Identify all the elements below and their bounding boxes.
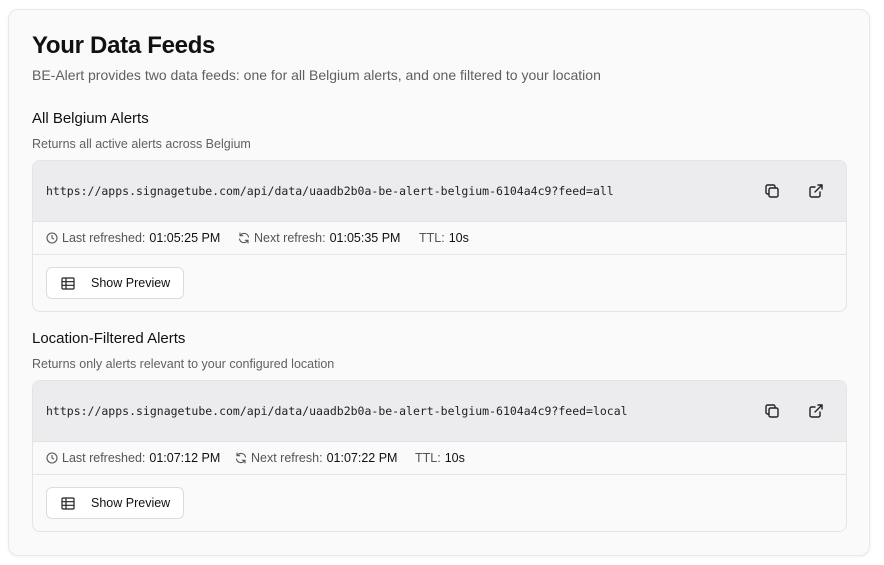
show-preview-button[interactable]: Show Preview	[46, 487, 184, 519]
last-refreshed-label: Last refreshed:	[62, 231, 146, 245]
feed-url[interactable]: https://apps.signagetube.com/api/data/ua…	[46, 184, 614, 198]
external-link-icon	[809, 184, 823, 198]
clock-icon	[46, 452, 58, 464]
data-feeds-card: Your Data Feeds BE-Alert provides two da…	[8, 9, 870, 556]
clock-icon	[46, 232, 58, 244]
last-refreshed-label: Last refreshed:	[62, 451, 146, 465]
copy-url-button[interactable]	[761, 400, 783, 422]
page-subtitle: BE-Alert provides two data feeds: one fo…	[32, 67, 601, 83]
feed-url-row: https://apps.signagetube.com/api/data/ua…	[33, 381, 846, 442]
copy-icon	[765, 184, 779, 198]
refresh-icon	[238, 232, 250, 244]
ttl: TTL: 10s	[415, 451, 465, 465]
next-refresh-label: Next refresh:	[254, 231, 326, 245]
ttl-label: TTL:	[419, 231, 445, 245]
page-title: Your Data Feeds	[32, 32, 216, 59]
feed-title-local: Location-Filtered Alerts	[32, 330, 186, 347]
ttl-label: TTL:	[415, 451, 441, 465]
feed-url-row: https://apps.signagetube.com/api/data/ua…	[33, 161, 846, 222]
last-refreshed: Last refreshed: 01:05:25 PM	[46, 231, 220, 245]
open-url-button[interactable]	[805, 180, 827, 202]
feed-box-all: https://apps.signagetube.com/api/data/ua…	[32, 160, 847, 312]
external-link-icon	[809, 404, 823, 418]
feed-description-local: Returns only alerts relevant to your con…	[32, 357, 335, 371]
refresh-icon	[235, 452, 247, 464]
ttl-value: 10s	[448, 231, 469, 245]
copy-icon	[765, 404, 779, 418]
show-preview-label: Show Preview	[91, 496, 171, 510]
feed-url[interactable]: https://apps.signagetube.com/api/data/ua…	[46, 404, 628, 418]
table-icon	[61, 277, 75, 290]
next-refresh: Next refresh: 01:05:35 PM	[238, 231, 400, 245]
ttl: TTL: 10s	[419, 231, 469, 245]
next-refresh: Next refresh: 01:07:22 PM	[235, 451, 397, 465]
open-url-button[interactable]	[805, 400, 827, 422]
last-refreshed-value: 01:05:25 PM	[149, 231, 221, 245]
table-icon	[61, 497, 75, 510]
show-preview-button[interactable]: Show Preview	[46, 267, 184, 299]
last-refreshed-value: 01:07:12 PM	[149, 451, 221, 465]
feed-description-all: Returns all active alerts across Belgium	[32, 137, 251, 151]
next-refresh-value: 01:07:22 PM	[326, 451, 398, 465]
next-refresh-value: 01:05:35 PM	[329, 231, 401, 245]
feed-box-local: https://apps.signagetube.com/api/data/ua…	[32, 380, 847, 532]
next-refresh-label: Next refresh:	[251, 451, 323, 465]
feed-title-all: All Belgium Alerts	[32, 110, 149, 127]
show-preview-label: Show Preview	[91, 276, 171, 290]
last-refreshed: Last refreshed: 01:07:12 PM	[46, 451, 220, 465]
feed-meta-row: Last refreshed: 01:07:12 PM Next refresh…	[33, 442, 846, 475]
ttl-value: 10s	[444, 451, 465, 465]
copy-url-button[interactable]	[761, 180, 783, 202]
feed-meta-row: Last refreshed: 01:05:25 PM Next refresh…	[33, 222, 846, 255]
